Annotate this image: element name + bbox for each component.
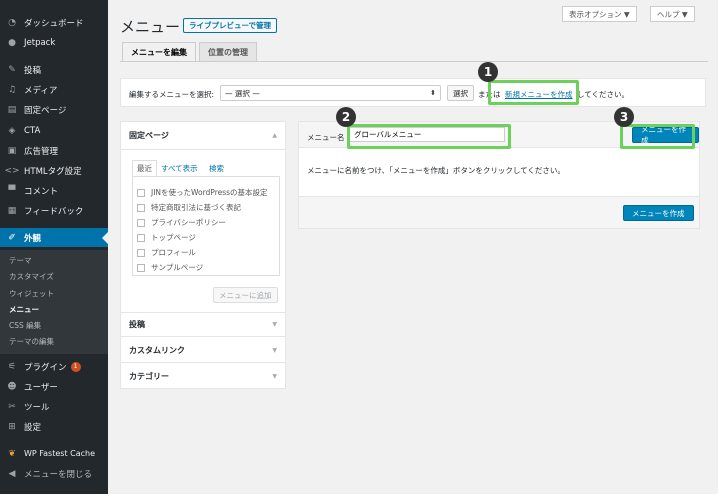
list-item[interactable]: サンプルページ — [137, 262, 203, 273]
update-count-badge: 1 — [70, 361, 81, 372]
checkbox[interactable] — [137, 218, 145, 227]
collapse-up-icon: ▲ — [272, 132, 277, 139]
select-menu-label: 編集するメニューを選択: — [129, 90, 215, 99]
jetpack-icon: ● — [8, 37, 16, 48]
page-checklist: JINを使ったWordPressの基本設定 特定商取引法に基づく表記 プライバシ… — [132, 176, 280, 276]
list-item[interactable]: トップページ — [137, 232, 196, 243]
tab-divider — [120, 61, 708, 62]
tool-icon: ✂ — [8, 401, 16, 412]
checkbox[interactable] — [137, 233, 145, 242]
sidebar-item-dashboard[interactable]: ◔ ダッシュボード — [0, 13, 108, 32]
cheetah-icon: ❦ — [8, 448, 16, 459]
menu-select-dropdown[interactable]: — 選択 — ⬍ — [220, 85, 441, 101]
sidebar-item-feedback[interactable]: ▦ フィードバック — [0, 201, 108, 220]
menu-instruction-text: メニューに名前をつけ、「メニューを作成」ボタンをクリックしてください。 — [307, 166, 565, 175]
ad-icon: ▣ — [7, 145, 17, 156]
accordion-pages-header[interactable]: 固定ページ ▲ — [121, 122, 285, 150]
chevron-down-icon: ▼ — [272, 321, 277, 328]
page-icon: ▤ — [7, 104, 17, 115]
checkbox[interactable] — [137, 248, 145, 257]
sidebar-item-html-tags[interactable]: <> HTMLタグ設定 — [0, 161, 108, 180]
submenu-item-theme-editor[interactable]: テーマの編集 — [9, 336, 54, 347]
checkbox[interactable] — [137, 263, 145, 272]
sidebar-item-tools[interactable]: ✂ ツール — [0, 397, 108, 416]
menu-edit-footer: メニューを作成 — [299, 196, 699, 228]
sidebar-item-settings[interactable]: ⊞ 設定 — [0, 417, 108, 436]
screen-options-button[interactable]: 表示オプション ▼ — [562, 6, 637, 22]
frame-bottom — [0, 494, 722, 498]
sidebar-item-jetpack[interactable]: ● Jetpack — [0, 33, 108, 52]
main-content: 表示オプション ▼ ヘルプ ▼ メニュー ライブプレビューで管理 メニューを編集… — [108, 0, 718, 494]
live-preview-button[interactable]: ライブプレビューで管理 — [183, 18, 278, 33]
checkbox[interactable] — [137, 188, 145, 197]
accordion-categories-header[interactable]: カテゴリー ▼ — [121, 364, 285, 389]
sidebar-item-cta[interactable]: ◈ CTA — [0, 121, 108, 140]
tab-edit-menus[interactable]: メニューを編集 — [122, 42, 196, 62]
comment-icon: ▀ — [8, 185, 16, 196]
instruction-suffix: してください。 — [577, 90, 630, 99]
list-item[interactable]: 特定商取引法に基づく表記 — [137, 202, 241, 213]
sidebar-item-wp-fastest-cache[interactable]: ❦ WP Fastest Cache — [0, 444, 108, 463]
submenu-item-menus[interactable]: メニュー — [9, 304, 39, 315]
appearance-icon: ✐ — [8, 232, 16, 243]
callout-highlight-name-input — [347, 124, 511, 149]
pages-tab-view-all[interactable]: すべて表示 — [161, 163, 198, 174]
sidebar-item-plugins[interactable]: ⚟ プラグイン 1 — [0, 357, 108, 376]
pages-tab-search[interactable]: 検索 — [209, 163, 224, 174]
sidebar-item-media[interactable]: ♫ メディア — [0, 80, 108, 99]
sidebar-item-comments[interactable]: ▀ コメント — [0, 181, 108, 200]
add-to-menu-button[interactable]: メニューに追加 — [213, 287, 278, 303]
sidebar-item-pages[interactable]: ▤ 固定ページ — [0, 100, 108, 119]
callout-number-3: 3 — [614, 107, 634, 127]
submenu-item-customize[interactable]: カスタマイズ — [9, 271, 54, 282]
code-icon: <> — [4, 165, 20, 176]
dashboard-icon: ◔ — [8, 17, 16, 28]
plugin-icon: ⚟ — [7, 361, 17, 372]
cta-icon: ◈ — [8, 125, 16, 136]
checkbox[interactable] — [137, 203, 145, 212]
sidebar-item-appearance[interactable]: ✐ 外観 — [0, 228, 108, 247]
accordion-posts-header[interactable]: 投稿 ▼ — [121, 312, 285, 337]
accordion-custom-links-header[interactable]: カスタムリンク ▼ — [121, 338, 285, 363]
appearance-submenu: テーマ カスタマイズ ウィジェット メニュー CSS 編集 テーマの編集 — [0, 250, 108, 354]
sidebar-item-users[interactable]: ☻ ユーザー — [0, 377, 108, 396]
settings-icon: ⊞ — [8, 421, 16, 432]
sidebar-item-posts[interactable]: ✎ 投稿 — [0, 60, 108, 79]
page-title: メニュー — [120, 18, 181, 36]
sidebar-item-ads[interactable]: ▣ 広告管理 — [0, 141, 108, 160]
submenu-item-themes[interactable]: テーマ — [9, 255, 32, 266]
list-item[interactable]: JINを使ったWordPressの基本設定 — [137, 187, 268, 198]
add-menu-items-panel: 固定ページ ▲ 最近 すべて表示 検索 JINを使ったWordPressの基本設定… — [120, 121, 286, 389]
admin-sidebar: ◔ ダッシュボード ● Jetpack ✎ 投稿 ♫ メディア ▤ 固定ページ ◈ CTA … — [0, 0, 108, 494]
pin-icon: ✎ — [8, 64, 16, 75]
collapse-menu-button[interactable]: ◀ メニューを閉じる — [0, 464, 108, 483]
feedback-icon: ▦ — [7, 205, 17, 216]
create-menu-button-bottom[interactable]: メニューを作成 — [623, 205, 694, 221]
pages-tab-recent[interactable]: 最近 — [132, 160, 157, 176]
callout-number-2: 2 — [336, 107, 356, 127]
menu-select-bar: 編集するメニューを選択: — 選択 — ⬍ 選択 または 新規メニューを作成 し… — [120, 78, 706, 107]
callout-highlight-create-button — [620, 124, 695, 149]
collapse-icon: ◀ — [8, 468, 16, 479]
help-button[interactable]: ヘルプ ▼ — [650, 6, 695, 22]
callout-highlight-create-link — [488, 80, 579, 105]
callout-number-1: 1 — [478, 62, 498, 82]
tab-manage-locations[interactable]: 位置の管理 — [199, 42, 257, 61]
submenu-item-widgets[interactable]: ウィジェット — [9, 288, 54, 299]
select-caret-icon: ⬍ — [430, 89, 436, 97]
chevron-down-icon: ▼ — [272, 373, 277, 380]
chevron-down-icon: ▼ — [272, 346, 277, 354]
user-icon: ☻ — [7, 381, 17, 392]
list-item[interactable]: プライバシーポリシー — [137, 217, 226, 228]
list-item[interactable]: プロフィール — [137, 247, 196, 258]
media-icon: ♫ — [7, 84, 17, 95]
menu-name-label: メニュー名 — [307, 133, 345, 142]
submenu-item-css-edit[interactable]: CSS 編集 — [9, 320, 41, 331]
select-button[interactable]: 選択 — [447, 85, 474, 101]
